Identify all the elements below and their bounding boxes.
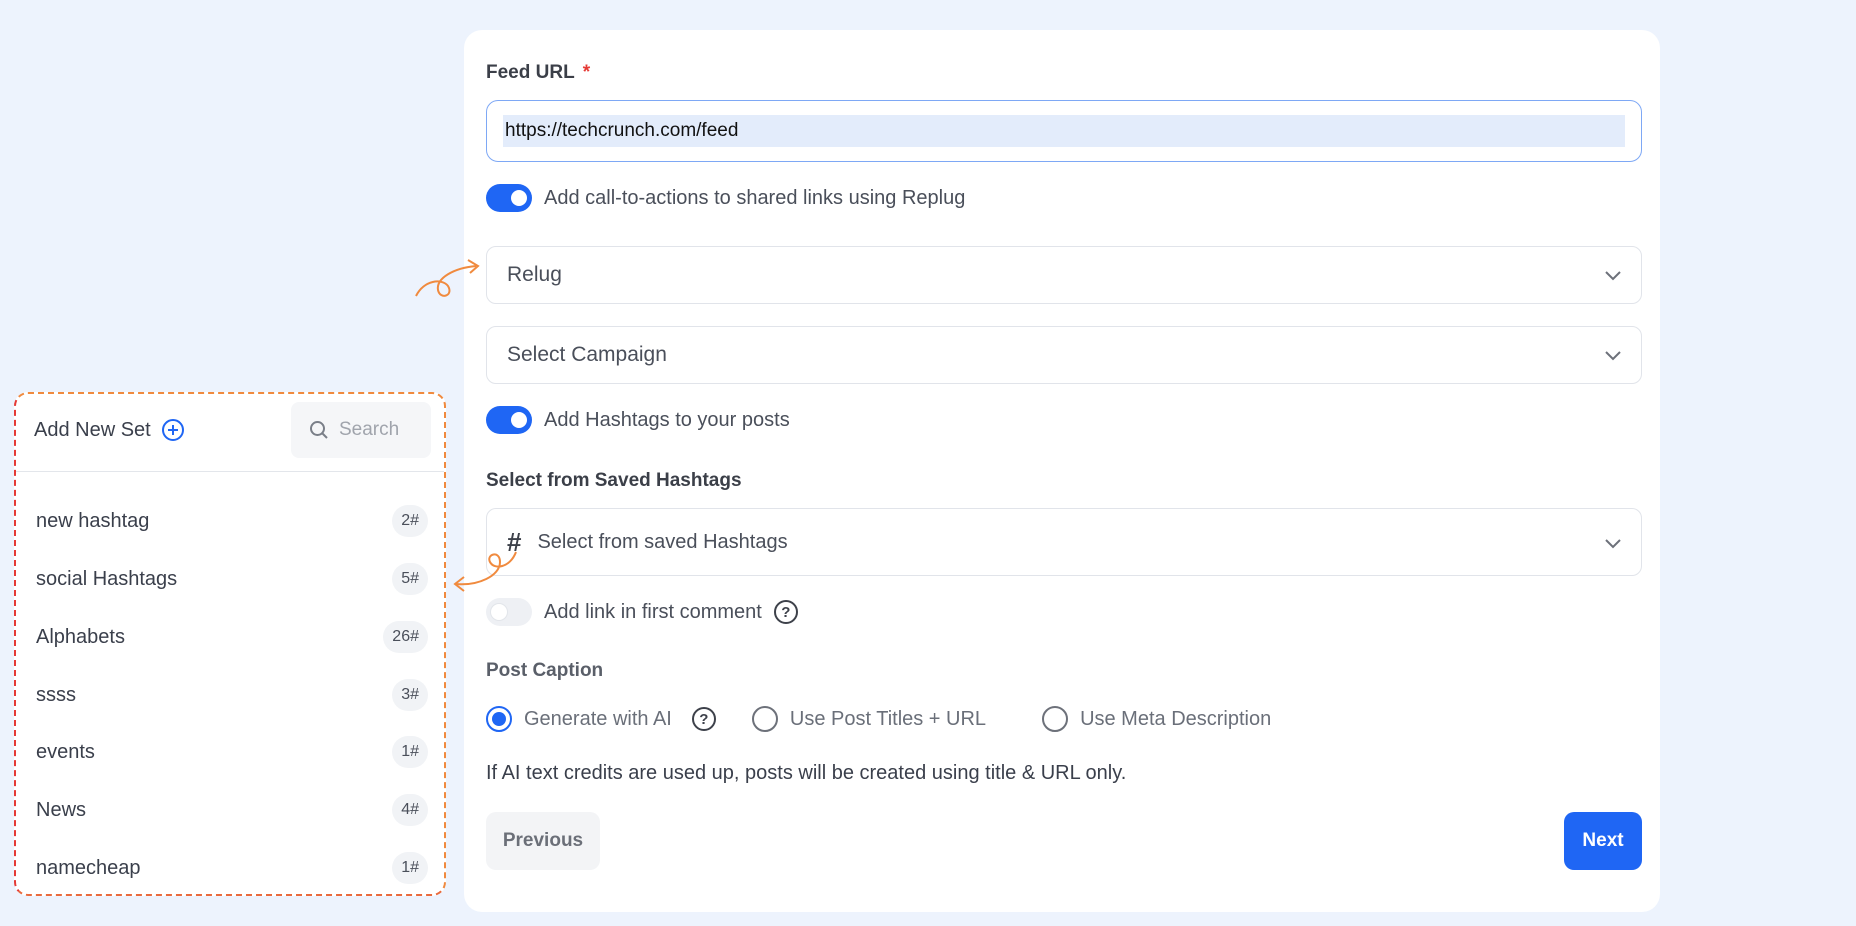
- search-box[interactable]: [291, 402, 431, 458]
- list-item[interactable]: ssss 3#: [36, 675, 428, 715]
- set-name: social Hashtags: [36, 567, 178, 590]
- radio-meta-description[interactable]: [1042, 706, 1069, 732]
- radio-generate-ai[interactable]: [486, 706, 512, 732]
- chevron-down-icon: [1605, 539, 1621, 549]
- caption-option-label: Use Meta Description: [1080, 707, 1272, 730]
- cta-toggle-label: Add call-to-actions to shared links usin…: [544, 186, 966, 209]
- list-item[interactable]: Alphabets 26#: [36, 617, 428, 657]
- set-count-badge: 1#: [392, 852, 428, 884]
- list-item[interactable]: News 4#: [36, 790, 428, 830]
- hashtags-toggle-label: Add Hashtags to your posts: [544, 408, 790, 431]
- required-mark: *: [582, 62, 591, 83]
- set-name: new hashtag: [36, 509, 150, 532]
- help-icon[interactable]: ?: [773, 600, 798, 624]
- list-item[interactable]: events 1#: [36, 732, 428, 772]
- caption-option-label: Use Post Titles + URL: [789, 707, 987, 730]
- ai-credits-note: If AI text credits are used up, posts wi…: [486, 762, 1127, 784]
- set-name: events: [36, 740, 95, 763]
- saved-hashtags-select[interactable]: # Select from saved Hashtags: [486, 508, 1642, 576]
- plus-circle-icon: [161, 419, 184, 441]
- next-button[interactable]: Next: [1564, 812, 1642, 870]
- list-item[interactable]: new hashtag 2#: [36, 501, 428, 541]
- set-count-badge: 1#: [392, 736, 428, 768]
- first-comment-toggle[interactable]: [486, 598, 532, 626]
- previous-button[interactable]: Previous: [486, 812, 600, 870]
- annotation-arrow-icon: [415, 259, 480, 297]
- radio-post-titles-url[interactable]: [751, 706, 778, 732]
- post-caption-label: Post Caption: [486, 660, 604, 681]
- first-comment-label: Add link in first comment: [544, 600, 762, 623]
- set-count-badge: 5#: [392, 563, 428, 595]
- panel-header: Add New Set: [16, 394, 444, 472]
- campaign-select-placeholder: Select Campaign: [507, 343, 667, 366]
- replug-select[interactable]: Relug: [486, 246, 1642, 304]
- caption-options: Generate with AI ? Use Post Titles + URL…: [486, 706, 1271, 732]
- set-count-badge: 2#: [392, 505, 428, 537]
- list-item[interactable]: namecheap 1#: [36, 848, 428, 888]
- cta-toggle-row: Add call-to-actions to shared links usin…: [486, 184, 965, 212]
- search-input[interactable]: [339, 419, 429, 441]
- set-name: Alphabets: [36, 625, 125, 648]
- caption-option-label: Generate with AI: [524, 707, 672, 730]
- set-name: namecheap: [36, 856, 141, 879]
- chevron-down-icon: [1605, 271, 1621, 281]
- hashtags-toggle[interactable]: [486, 406, 532, 434]
- annotation-arrow-icon: [453, 551, 517, 592]
- hashtag-sets-panel: Add New Set new hashtag 2# social Hashta…: [14, 392, 446, 896]
- replug-select-value: Relug: [507, 263, 562, 286]
- hashtags-toggle-row: Add Hashtags to your posts: [486, 406, 790, 434]
- set-count-badge: 4#: [392, 794, 428, 826]
- set-name: News: [36, 798, 87, 821]
- chevron-down-icon: [1605, 351, 1621, 361]
- set-count-badge: 3#: [392, 679, 428, 711]
- add-new-set-button[interactable]: Add New Set: [34, 418, 185, 442]
- campaign-select[interactable]: Select Campaign: [486, 326, 1642, 384]
- cta-toggle[interactable]: [486, 184, 532, 212]
- saved-hashtags-placeholder: Select from saved Hashtags: [537, 530, 788, 553]
- feed-url-input[interactable]: https://techcrunch.com/feed: [486, 100, 1642, 162]
- add-new-set-label: Add New Set: [34, 418, 151, 441]
- search-icon: [310, 421, 328, 439]
- first-comment-row: Add link in first comment ?: [486, 598, 798, 626]
- list-item[interactable]: social Hashtags 5#: [36, 559, 428, 599]
- set-count-badge: 26#: [383, 621, 428, 653]
- feed-url-value[interactable]: https://techcrunch.com/feed: [503, 115, 1625, 147]
- saved-hashtags-label: Select from Saved Hashtags: [486, 470, 742, 491]
- help-icon[interactable]: ?: [691, 707, 716, 731]
- feed-url-label: Feed URL *: [486, 62, 591, 83]
- set-name: ssss: [36, 683, 76, 706]
